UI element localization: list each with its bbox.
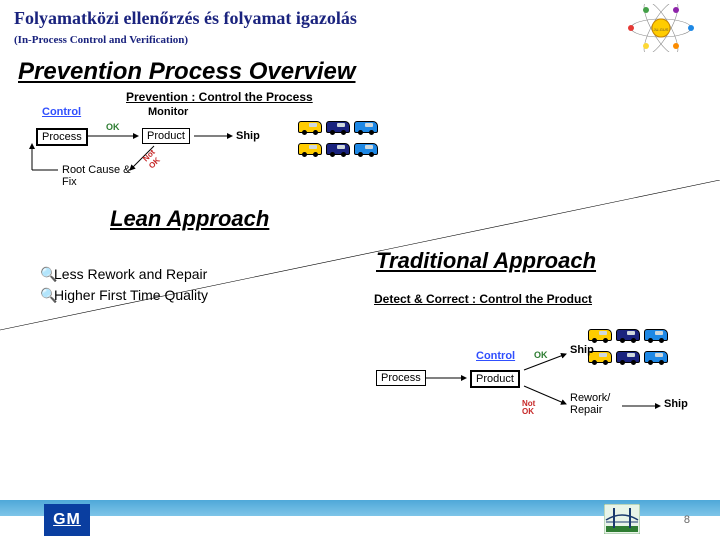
footer: GM 8 <box>0 496 720 540</box>
traditional-subheading: Detect & Correct : Control the Product <box>374 292 594 306</box>
rootfix-label: Root Cause & Fix <box>62 164 142 188</box>
lean-bullet-1: 🔍Less Rework and Repair <box>40 266 208 283</box>
atom-logo: JU-GUS <box>616 4 706 52</box>
process-box: Process <box>36 128 88 146</box>
atom-center-label: JU-GUS <box>654 27 669 32</box>
svg-text:OK: OK <box>534 350 548 360</box>
lean-heading: Lean Approach <box>110 206 269 232</box>
svg-text:OK: OK <box>106 122 120 132</box>
bullet-icon: 🔍 <box>40 287 54 304</box>
monitor-label: Monitor <box>148 106 188 118</box>
page-number: 8 <box>684 514 690 526</box>
lean-bullet-2: 🔍Higher First Time Quality <box>40 287 208 304</box>
car-row-1 <box>298 118 382 136</box>
trad-ship1-label: Ship <box>570 344 594 356</box>
svg-text:OK: OK <box>522 407 534 416</box>
trad-process-box: Process <box>376 370 426 386</box>
slide-title: Folyamatközi ellenőrzés és folyamat igaz… <box>14 8 357 29</box>
lean-bullets: 🔍Less Rework and Repair 🔍Higher First Ti… <box>40 266 208 308</box>
traditional-heading: Traditional Approach <box>376 248 596 274</box>
slide: Folyamatközi ellenőrzés és folyamat igaz… <box>0 0 720 540</box>
gm-logo: GM <box>44 504 90 536</box>
ship-label: Ship <box>236 130 260 142</box>
car-row-2 <box>298 140 382 158</box>
lean-bullet-2-text: Higher First Time Quality <box>54 287 208 303</box>
prevention-subheading: Prevention : Control the Process <box>126 90 313 104</box>
bridge-icon <box>604 504 640 534</box>
traditional-diagram: OK Not OK Control Ship Process Product R… <box>370 314 710 444</box>
bullet-icon: 🔍 <box>40 266 54 283</box>
lean-bullet-1-text: Less Rework and Repair <box>54 266 207 282</box>
prevention-heading: Prevention Process Overview <box>18 58 356 86</box>
trad-ship2-label: Ship <box>664 398 688 410</box>
control-label: Control <box>42 106 81 118</box>
product-box: Product <box>142 128 190 144</box>
trad-rework-label: Rework/ Repair <box>570 392 626 416</box>
trad-product-box: Product <box>470 370 520 388</box>
trad-control-label: Control <box>476 350 515 362</box>
slide-subtitle: (In-Process Control and Verification) <box>14 34 188 46</box>
